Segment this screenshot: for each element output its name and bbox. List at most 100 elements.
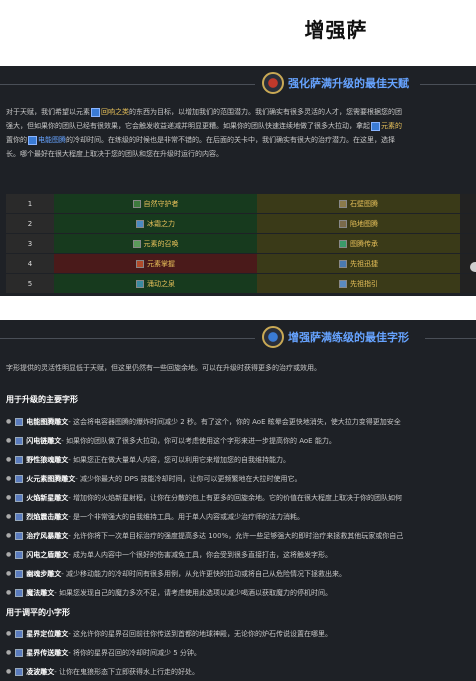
glyph-name[interactable]: 野性狼魂雕文 xyxy=(26,455,68,465)
bullet-icon: ● xyxy=(6,494,12,501)
element-icon xyxy=(371,121,380,131)
totem-icon xyxy=(28,135,37,145)
talent-name: 涌动之泉 xyxy=(147,279,175,288)
header-divider-left xyxy=(0,338,255,339)
talent-choice-a[interactable]: 自然守护者 xyxy=(54,194,257,214)
glyph-name[interactable]: 火焰新星雕文 xyxy=(26,493,68,503)
talent-row: 5 涌动之泉 先祖指引 xyxy=(6,273,476,294)
glyphs-intro: 字形提供的灵活性明显低于天赋，但这里仍然有一些回旋余地。可以在升级时获得更多的治… xyxy=(6,364,321,372)
glyph-name[interactable]: 闪电链雕文 xyxy=(26,436,61,446)
glyph-icon xyxy=(15,667,24,676)
talent-choice-b[interactable]: 先祖指引 xyxy=(257,273,460,294)
glyph-icon xyxy=(15,512,24,521)
glyph-desc: - 减少移动能力的冷却时间有很多用例，从允许更快的拉动或将自己从危险情况下拯救出… xyxy=(61,569,346,578)
row-number: 5 xyxy=(6,273,54,294)
ancestral-swiftness-icon xyxy=(339,259,347,268)
echo-icon xyxy=(91,107,100,117)
glyph-icon xyxy=(15,629,24,638)
talent-choice-a[interactable]: 冰霜之力 xyxy=(54,213,257,234)
glyph-icon xyxy=(15,474,24,483)
minor-glyphs-heading: 用于调平的小字形 xyxy=(6,608,70,617)
talent-emblem-icon xyxy=(262,72,284,94)
talent-choice-c xyxy=(460,273,476,294)
bullet-icon: ● xyxy=(6,649,12,656)
glyph-name[interactable]: 电能图腾雕文 xyxy=(26,417,68,427)
bullet-icon: ● xyxy=(6,418,12,425)
echo-link[interactable]: 回响之类 xyxy=(101,108,129,116)
glyph-name[interactable]: 星界传送雕文 xyxy=(26,648,68,658)
earthgrab-icon xyxy=(339,219,347,228)
list-item: ● 火焰新星雕文 - 增加你的火焰新星射程，让你在分散的包上有更多的回旋余地。它的… xyxy=(6,488,476,507)
stone-wall-icon xyxy=(339,199,347,208)
bullet-icon: ● xyxy=(6,589,12,596)
header-divider-left xyxy=(0,84,255,85)
talent-row: 2 冰霜之力 陷地图腾 xyxy=(6,213,476,234)
talent-choice-b[interactable]: 石壁图腾 xyxy=(257,194,460,214)
bullet-icon: ● xyxy=(6,437,12,444)
glyph-name[interactable]: 星界定位雕文 xyxy=(26,629,68,639)
glyph-name[interactable]: 凌波雕文 xyxy=(26,667,54,677)
glyph-name[interactable]: 火元素图腾雕文 xyxy=(26,474,75,484)
list-item: ● 火元素图腾雕文 - 减少你最大的 DPS 技能冷却时间，让你可以更频繁地在大拉… xyxy=(6,469,476,488)
glyph-name[interactable]: 魔法雕文 xyxy=(26,588,54,598)
talent-name: 冰霜之力 xyxy=(147,219,175,228)
talent-choice-b[interactable]: 陷地图腾 xyxy=(257,213,460,234)
talent-choice-b[interactable]: 图腾传承 xyxy=(257,233,460,254)
row-number: 3 xyxy=(6,233,54,254)
list-item: ● 野性狼魂雕文 - 如果您正在做大量单人内容，您可以利用它来增加您的自我维持能力… xyxy=(6,450,476,469)
talent-name: 图腾传承 xyxy=(350,239,378,248)
para-text: 对于天赋，我们希望以元素 xyxy=(6,108,90,116)
glyph-desc: - 减少你最大的 DPS 技能冷却时间，让你可以更频繁地在大拉时使用它。 xyxy=(75,474,302,483)
page-title: 增强萨 xyxy=(304,18,368,42)
glyph-desc: - 让你在鬼狼形态下立即获得水上行走的好处。 xyxy=(54,667,200,676)
glyph-name[interactable]: 幽魂步雕文 xyxy=(26,569,61,579)
nature-guardian-icon xyxy=(132,199,141,208)
header-divider-right xyxy=(425,338,476,339)
para-text: 强大，但如果你的团队已经有很效果，它会触发收益递减并明显更糟。如果你的团队快速连… xyxy=(6,122,370,130)
list-item: ● 幽魂步雕文 - 减少移动能力的冷却时间有很多用例，从允许更快的拉动或将自己从危… xyxy=(6,564,476,583)
glyphs-section-title: 增强萨满练级的最佳字形 xyxy=(288,331,409,344)
talent-name: 石壁图腾 xyxy=(350,199,378,208)
major-glyph-list: ● 电能图腾雕文 - 这会将电容器图腾的爆炸时间减少 2 秒。有了这个，你的 Ao… xyxy=(6,412,476,602)
list-item: ● 电能图腾雕文 - 这会将电容器图腾的爆炸时间减少 2 秒。有了这个，你的 Ao… xyxy=(6,412,476,431)
bullet-icon: ● xyxy=(6,551,12,558)
talent-choice-a[interactable]: 元素掌握 xyxy=(54,253,257,274)
talent-choice-a[interactable]: 元素的召唤 xyxy=(54,233,257,254)
glyph-desc: - 成为单人内容中一个很好的伤害减免工具，你会受到很多直接打击，这将触发字形。 xyxy=(68,550,332,559)
talents-paragraph-line-3: 置你的 电能图腾的冷却时间。在练级的时候也是非常不错的。在后面的关卡中，我们确实有… xyxy=(6,134,476,147)
glyph-desc: - 如果你的团队做了很多大拉动，你可以考虑使用这个字形来进一步提高你的 AoE … xyxy=(61,436,336,445)
ancestral-guidance-icon xyxy=(339,279,347,288)
talent-choice-b[interactable]: 先祖迅捷 xyxy=(257,253,460,274)
talents-panel: 强化萨满升级的最佳天赋 对于天赋，我们希望以元素 回响之类的东西为目标，以增加我们… xyxy=(0,66,476,296)
glyph-emblem-icon xyxy=(262,326,284,348)
glyph-icon xyxy=(15,531,24,540)
bullet-icon: ● xyxy=(6,456,12,463)
bullet-icon: ● xyxy=(6,475,12,482)
totem-link[interactable]: 电能图腾 xyxy=(38,136,66,144)
list-item: ● 闪电链雕文 - 如果你的团队做了很多大拉动，你可以考虑使用这个字形来进一步提高… xyxy=(6,431,476,450)
element-link[interactable]: 元素的 xyxy=(381,122,402,130)
talent-choice-c xyxy=(460,213,476,234)
glyph-desc: - 将你的星界召回的冷却时间减少 5 分钟。 xyxy=(68,648,201,657)
totem-legacy-icon xyxy=(339,239,347,248)
glyph-icon xyxy=(15,436,24,445)
talent-choice-c xyxy=(460,194,476,214)
talents-section-title: 强化萨满升级的最佳天赋 xyxy=(288,77,409,90)
row-number: 4 xyxy=(6,253,54,274)
glyphs-header: 增强萨满练级的最佳字形 xyxy=(0,320,476,356)
talents-header: 强化萨满升级的最佳天赋 xyxy=(0,66,476,102)
bullet-icon: ● xyxy=(6,630,12,637)
glyph-name[interactable]: 烈焰震击雕文 xyxy=(26,512,68,522)
talent-choice-a[interactable]: 涌动之泉 xyxy=(54,273,257,294)
table-scroll-handle[interactable] xyxy=(470,262,476,272)
glyph-name[interactable]: 治疗风暴雕文 xyxy=(26,531,68,541)
glyph-icon xyxy=(15,493,24,502)
glyph-desc: - 增加你的火焰新星射程，让你在分散的包上有更多的回旋余地。它的价值在很大程度上… xyxy=(68,493,402,502)
glyphs-panel: 增强萨满练级的最佳字形 字形提供的灵活性明显低于天赋，但这里仍然有一些回旋余地。… xyxy=(0,320,476,681)
talents-paragraph-line-4: 长。哪个最好在很大程度上取决于您的团队和您在升级时运行的内容。 xyxy=(6,150,223,158)
glyph-name[interactable]: 闪电之盾雕文 xyxy=(26,550,68,560)
list-item: ● 魔法雕文 - 如果您发现自己的魔力多次不足，请考虑使用此选项以减少喝酒以获取魔… xyxy=(6,583,476,602)
bullet-icon: ● xyxy=(6,668,12,675)
frost-icon xyxy=(136,219,144,228)
para-text: 的冷却时间。在练级的时候也是非常不错的。在后面的关卡中，我们确实有很大的治疗潜力… xyxy=(66,136,395,144)
